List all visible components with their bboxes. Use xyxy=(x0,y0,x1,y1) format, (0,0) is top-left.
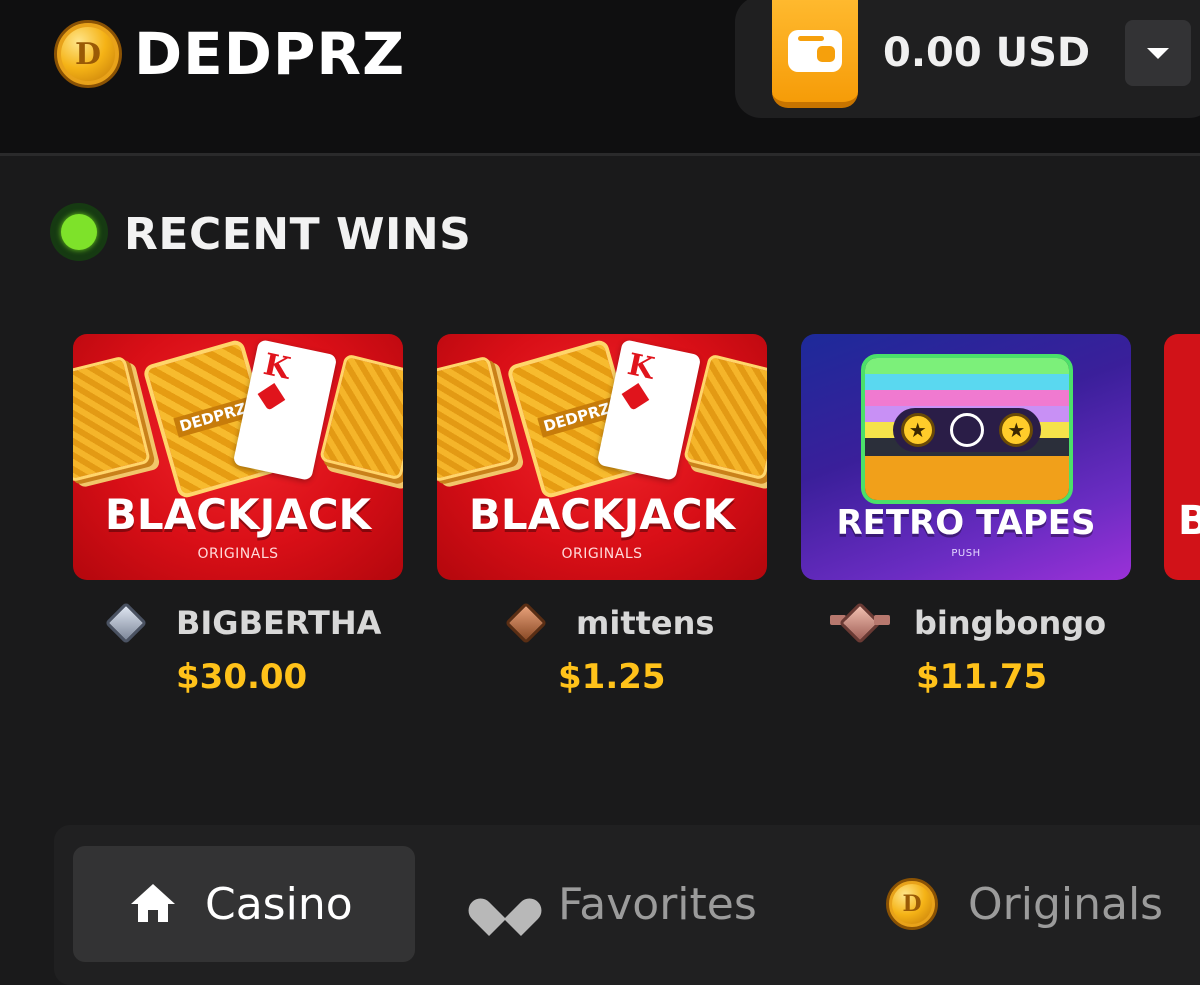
game-title: BLACKJACK xyxy=(104,490,372,539)
bronze-rank-icon xyxy=(504,601,548,645)
tab-label: Casino xyxy=(205,878,353,930)
cassette-tape-art: ★ ★ xyxy=(861,354,1073,504)
tape-reels: ★ ★ xyxy=(893,408,1041,452)
game-card-blackjack[interactable]: DEDPRZ K BLACKJACK ORIGINALS xyxy=(437,334,767,580)
star-icon: ★ xyxy=(999,413,1034,447)
tab-favorites[interactable]: Favorites xyxy=(482,846,802,962)
currency-dropdown-button[interactable] xyxy=(1125,20,1191,86)
winner-row[interactable]: mittens xyxy=(504,600,714,646)
wallet-icon xyxy=(788,30,842,72)
winner-username: BIGBERTHA xyxy=(176,604,382,642)
balance-display[interactable]: 0.00 USD xyxy=(883,28,1090,78)
logo-coin-glyph: D xyxy=(74,36,101,72)
game-card-retro-tapes[interactable]: ★ ★ RETRO TAPES PUSH xyxy=(801,334,1131,580)
star-icon: ★ xyxy=(900,413,935,447)
game-category: PUSH xyxy=(951,548,981,559)
winner-username: mittens xyxy=(576,604,715,642)
heart-icon xyxy=(482,883,528,925)
tab-label: Originals xyxy=(968,878,1164,930)
home-icon xyxy=(131,884,175,924)
recent-wins-title: RECENT WINS xyxy=(124,209,472,260)
winner-row[interactable]: bingbongo xyxy=(830,600,1107,646)
game-title-peek: B xyxy=(1178,498,1200,544)
card-stack-left xyxy=(437,355,516,483)
win-amount: $1.25 xyxy=(558,657,666,697)
tab-originals[interactable]: D Originals xyxy=(886,846,1200,962)
chevron-down-icon xyxy=(1147,47,1169,59)
reel-icon xyxy=(949,413,984,447)
game-card-peek[interactable]: B xyxy=(1164,334,1200,580)
winner-username: bingbongo xyxy=(914,604,1107,642)
winged-rank-icon xyxy=(830,601,890,645)
card-stack-left xyxy=(73,355,152,483)
tab-label: Favorites xyxy=(558,878,757,930)
win-amount: $30.00 xyxy=(176,657,308,697)
winner-row[interactable]: BIGBERTHA xyxy=(104,600,381,646)
silver-rank-icon xyxy=(104,601,148,645)
heart-suit-icon xyxy=(621,383,650,411)
tab-casino[interactable]: Casino xyxy=(73,846,415,962)
heart-suit-icon xyxy=(257,383,286,411)
logo-wordmark: DEDPRZ xyxy=(134,20,406,88)
live-status-indicator xyxy=(50,203,108,261)
top-bar: D DEDPRZ 0.00 USD xyxy=(0,0,1200,156)
logo-coin-icon: D xyxy=(54,20,122,88)
game-category: ORIGINALS xyxy=(561,546,643,562)
card-face-text: K xyxy=(260,347,294,387)
site-logo[interactable]: D DEDPRZ xyxy=(54,20,405,88)
game-title: RETRO TAPES xyxy=(836,503,1096,543)
game-category: ORIGINALS xyxy=(197,546,279,562)
game-card-blackjack[interactable]: DEDPRZ K BLACKJACK ORIGINALS xyxy=(73,334,403,580)
card-face-text: K xyxy=(624,347,658,387)
coin-icon: D xyxy=(886,878,938,930)
coin-glyph: D xyxy=(902,891,922,917)
win-amount: $11.75 xyxy=(916,657,1048,697)
wallet-button[interactable] xyxy=(772,0,858,108)
game-title: BLACKJACK xyxy=(468,490,736,539)
